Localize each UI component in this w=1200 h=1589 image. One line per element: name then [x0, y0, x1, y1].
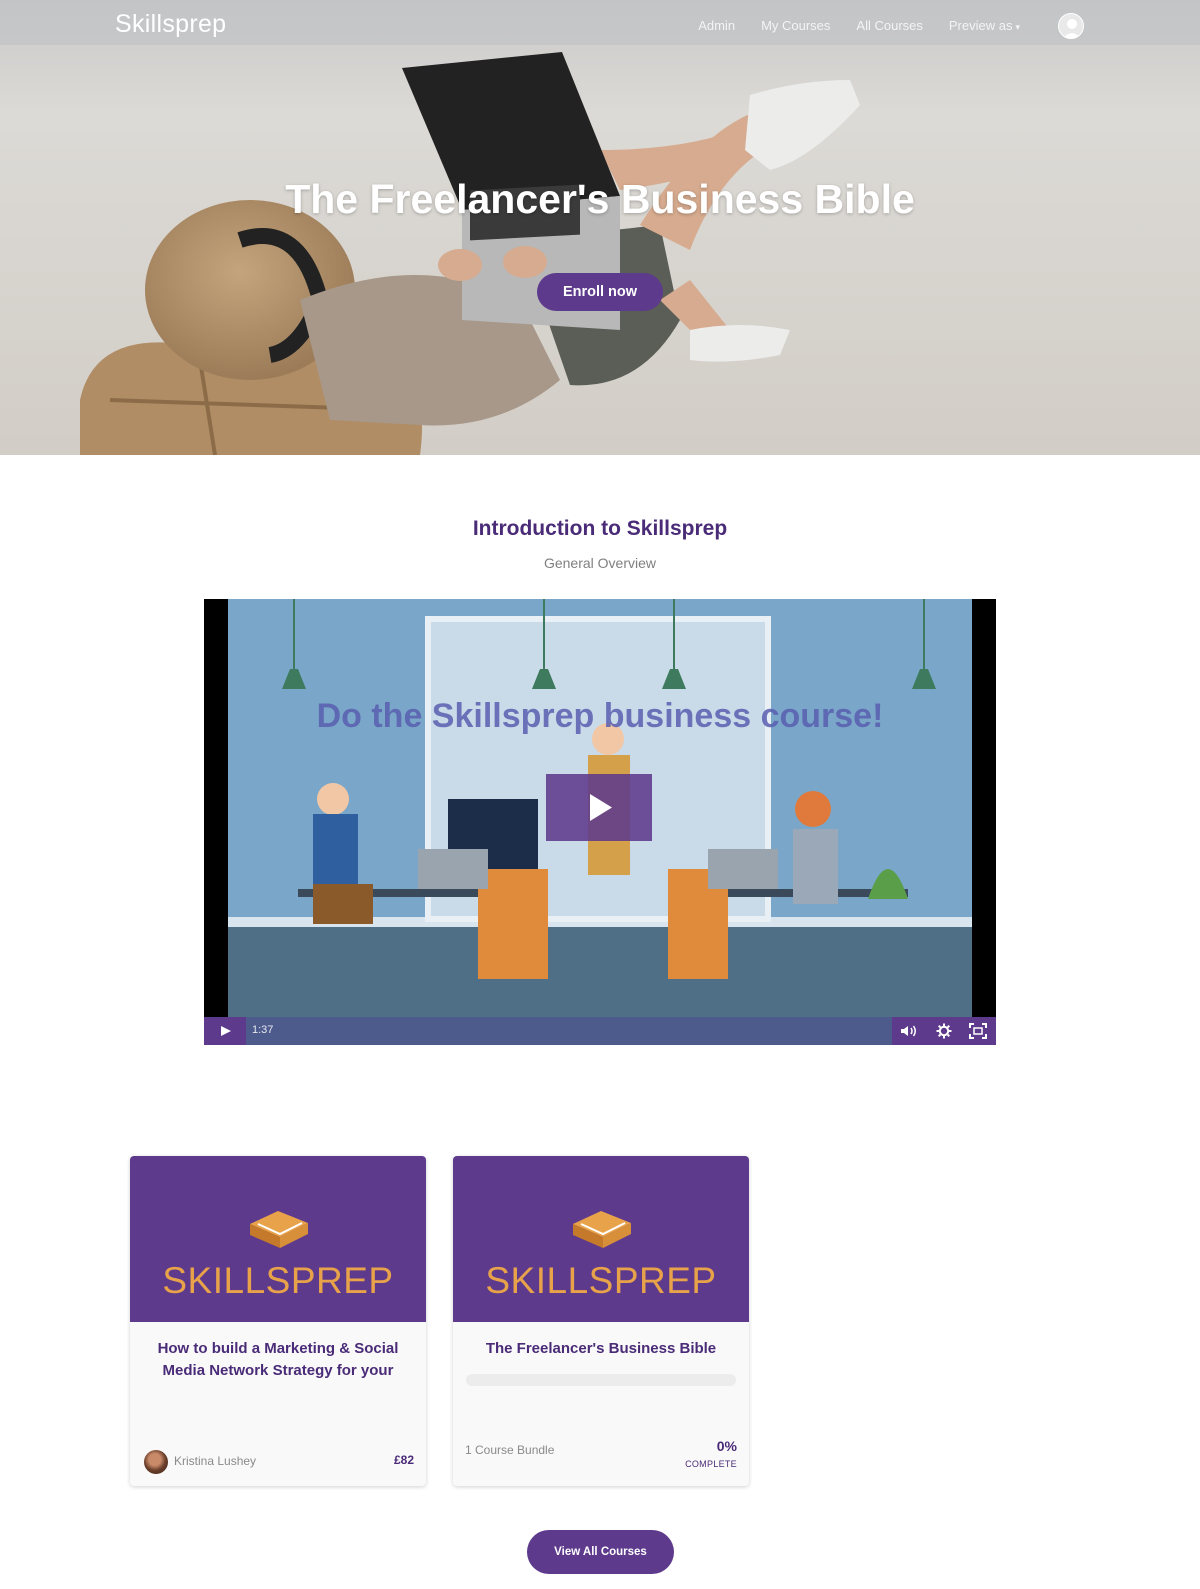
- video-duration: 1:37: [252, 1024, 274, 1036]
- fullscreen-icon: [969, 1023, 988, 1039]
- nav-all-courses[interactable]: All Courses: [856, 18, 922, 33]
- nav-my-courses[interactable]: My Courses: [761, 18, 830, 33]
- nav-preview-as[interactable]: Preview as ▾: [949, 18, 1020, 33]
- course-card[interactable]: SKILLSPREP The Freelancer's Business Bib…: [453, 1156, 749, 1486]
- video-controls-bar: 1:37: [204, 1017, 996, 1045]
- course-thumbnail: SKILLSPREP: [130, 1156, 426, 1322]
- big-play-button[interactable]: [546, 774, 652, 841]
- gear-icon: [936, 1023, 952, 1039]
- progress-percent: 0%: [716, 1438, 737, 1454]
- course-bundle-label: 1 Course Bundle: [465, 1443, 555, 1457]
- hero-title: The Freelancer's Business Bible: [285, 176, 915, 222]
- user-icon: [1063, 19, 1081, 38]
- author-avatar: [144, 1450, 168, 1474]
- control-play-button[interactable]: [204, 1017, 246, 1045]
- nav-links: Admin My Courses All Courses Preview as ▾: [698, 18, 1020, 33]
- intro-title: Introduction to Skillsprep: [472, 517, 728, 540]
- author-name: Kristina Lushey: [174, 1454, 257, 1468]
- course-progress-bar: [466, 1374, 736, 1386]
- nav-preview-as-label: Preview as: [948, 18, 1013, 33]
- hero-banner: Skillsprep Admin My Courses All Courses …: [0, 0, 1200, 455]
- caret-down-icon: ▾: [1015, 22, 1020, 32]
- video-control-group: [892, 1017, 996, 1045]
- view-all-courses-button[interactable]: View All Courses: [527, 1530, 674, 1574]
- nav-admin[interactable]: Admin: [698, 18, 735, 33]
- intro-subtitle: General Overview: [543, 555, 657, 571]
- progress-complete-label: COMPLETE: [685, 1459, 737, 1469]
- course-title[interactable]: How to build a Marketing & Social Media …: [146, 1338, 410, 1382]
- course-thumbnail: SKILLSPREP: [453, 1156, 749, 1322]
- volume-icon: [901, 1025, 917, 1037]
- course-title[interactable]: The Freelancer's Business Bible: [469, 1338, 733, 1360]
- enroll-now-button[interactable]: Enroll now: [537, 273, 663, 311]
- video-caption: Do the Skillsprep business course!: [317, 697, 884, 735]
- volume-button[interactable]: [892, 1017, 927, 1045]
- course-card[interactable]: SKILLSPREP How to build a Marketing & So…: [130, 1156, 426, 1486]
- play-icon: [590, 794, 612, 821]
- course-price: £82: [393, 1453, 414, 1467]
- top-navbar: Skillsprep Admin My Courses All Courses …: [0, 0, 1200, 52]
- user-avatar-button[interactable]: [1058, 13, 1084, 39]
- skillsprep-logo: SKILLSPREP: [162, 1260, 394, 1301]
- settings-button[interactable]: [927, 1017, 962, 1045]
- skillsprep-logo: SKILLSPREP: [485, 1260, 717, 1301]
- fullscreen-button[interactable]: [961, 1017, 996, 1045]
- hero-background-image: [0, 0, 1200, 455]
- brand-logo[interactable]: Skillsprep: [115, 10, 226, 39]
- play-icon: [221, 1026, 231, 1036]
